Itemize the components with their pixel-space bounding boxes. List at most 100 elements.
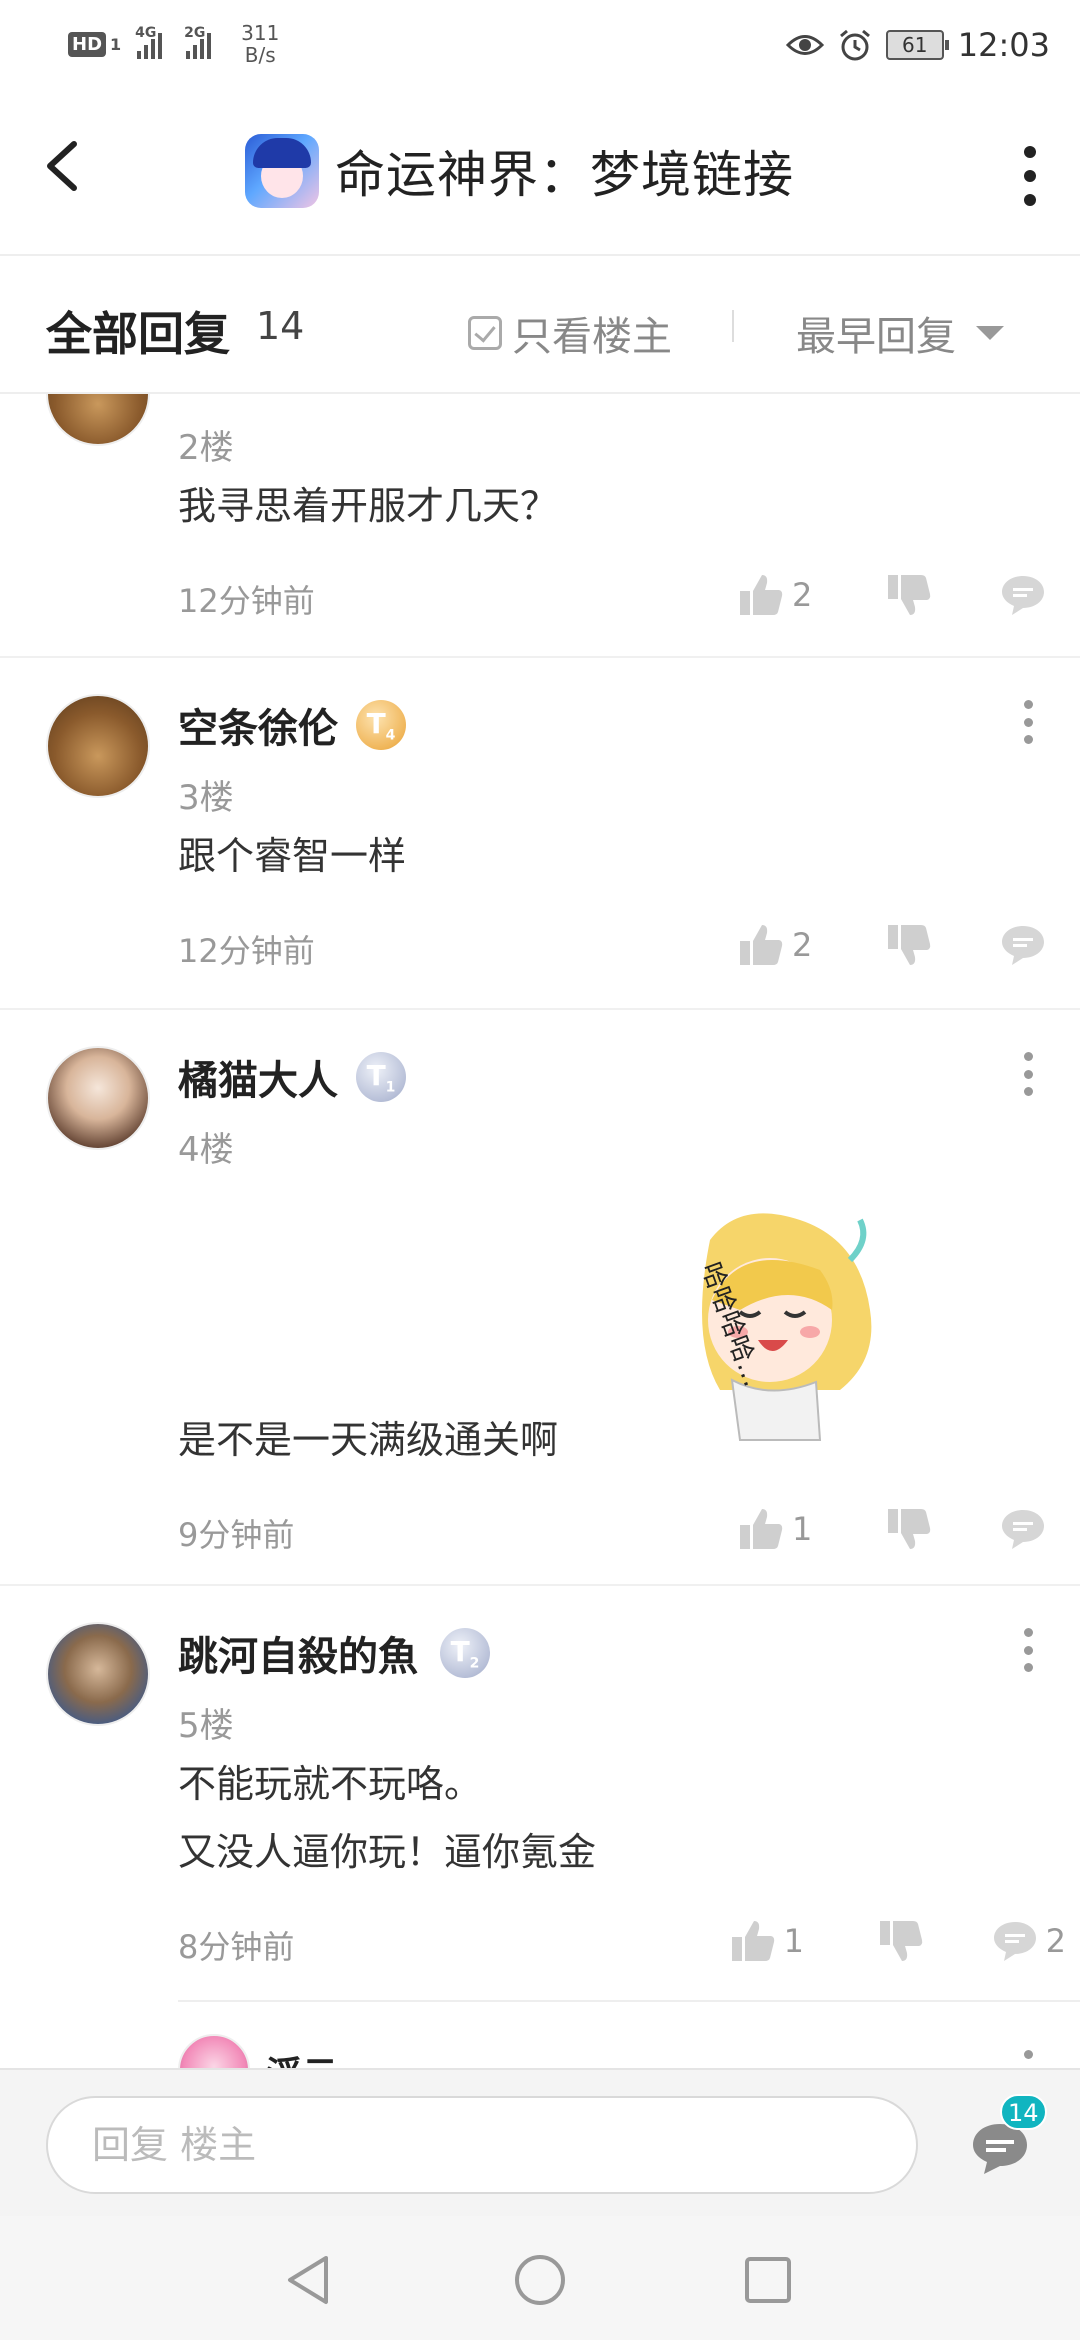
floor-number: 3楼 bbox=[178, 778, 234, 818]
reply-input[interactable]: 回复 楼主 bbox=[46, 2096, 918, 2194]
more-options-icon[interactable] bbox=[1022, 146, 1038, 206]
checkbox-icon[interactable] bbox=[468, 316, 502, 350]
all-replies-label: 全部回复 bbox=[46, 307, 230, 361]
back-arrow-icon[interactable] bbox=[40, 136, 90, 196]
status-bar: HD 1 4G 2G 311 B/s 61 12:03 bbox=[0, 0, 1080, 96]
dislike-button[interactable] bbox=[886, 573, 932, 617]
dislike-button[interactable] bbox=[886, 923, 932, 967]
username[interactable]: 跳河自殺的魚 bbox=[178, 1624, 418, 1682]
top-app-bar: 命运神界：梦境链接 bbox=[0, 96, 1080, 256]
signal-4g-label: 4G bbox=[135, 25, 157, 41]
game-app-icon bbox=[245, 134, 319, 208]
avatar[interactable] bbox=[46, 394, 150, 446]
comment-actions: 2 bbox=[738, 920, 1046, 970]
speed-unit: B/s bbox=[244, 43, 276, 67]
badge-level: 2 bbox=[469, 1655, 480, 1672]
divider bbox=[0, 1584, 1080, 1586]
comment-menu-icon[interactable] bbox=[1022, 700, 1034, 744]
thumbs-up-icon bbox=[731, 1921, 774, 1961]
reply-bubble-icon bbox=[1002, 926, 1044, 965]
reply-count: 2 bbox=[1045, 1922, 1066, 1960]
sub-reply-divider-line bbox=[178, 2000, 1080, 2002]
reply-bubble-icon bbox=[1002, 576, 1044, 615]
sort-dropdown[interactable]: 最早回复 bbox=[796, 304, 1004, 362]
like-button[interactable]: 1 bbox=[738, 1507, 820, 1551]
sub-reply-username[interactable]: 浮云 bbox=[266, 2046, 338, 2068]
hd-icon: HD bbox=[68, 31, 107, 57]
comment-text: 是不是一天满级通关啊 bbox=[178, 1418, 559, 1462]
nav-back-icon[interactable] bbox=[284, 2254, 332, 2306]
comment-actions: 1 bbox=[738, 1504, 1046, 1554]
username[interactable]: 橘猫大人 bbox=[178, 1048, 338, 1106]
comment-time: 8分钟前 bbox=[178, 1928, 295, 1966]
nav-home-icon[interactable] bbox=[514, 2254, 566, 2306]
like-count: 1 bbox=[783, 1922, 804, 1960]
reply-count: 14 bbox=[256, 304, 305, 348]
like-count: 1 bbox=[792, 1510, 813, 1548]
page-title: 命运神界：梦境链接 bbox=[335, 146, 794, 204]
comment-feed[interactable]: 2楼 我寻思着开服才几天？ 12分钟前 2 空条徐伦 T4 3楼 跟个睿智一样 … bbox=[0, 394, 1080, 2068]
dislike-button[interactable] bbox=[878, 1919, 924, 1963]
comment-menu-icon[interactable] bbox=[1022, 1628, 1034, 1672]
divider bbox=[732, 310, 734, 342]
only-op-toggle[interactable]: 只看楼主 bbox=[468, 304, 672, 362]
reply-bubble-icon bbox=[993, 1922, 1036, 1961]
badge-letter: T bbox=[366, 707, 386, 740]
like-count: 2 bbox=[792, 576, 813, 614]
hd-sim-number: 1 bbox=[110, 34, 122, 54]
system-nav-bar bbox=[0, 2216, 1080, 2340]
user-level-badge: T2 bbox=[440, 1628, 490, 1678]
comment-actions: 2 bbox=[738, 570, 1046, 620]
thumbs-down-icon bbox=[879, 1921, 922, 1961]
user-level-badge: T4 bbox=[356, 700, 406, 750]
floor-number: 4楼 bbox=[178, 1130, 234, 1170]
speed-value: 311 bbox=[241, 21, 280, 45]
comment-text: 跟个睿智一样 bbox=[178, 834, 407, 878]
laughing-sticker-image[interactable]: 哈哈哈哈… bbox=[620, 1200, 880, 1450]
like-count: 2 bbox=[792, 926, 813, 964]
badge-level: 4 bbox=[385, 727, 396, 744]
eye-icon bbox=[785, 35, 824, 55]
avatar[interactable] bbox=[46, 694, 150, 798]
comment-time: 9分钟前 bbox=[178, 1516, 295, 1554]
signal-2g-label: 2G bbox=[184, 25, 206, 41]
reply-bubble-icon bbox=[1002, 1510, 1044, 1549]
reply-button[interactable] bbox=[1000, 923, 1046, 967]
comment-menu-icon[interactable] bbox=[1022, 1052, 1034, 1096]
thumbs-up-icon bbox=[740, 575, 783, 615]
reply-button[interactable]: 2 bbox=[992, 1919, 1066, 1963]
comment-text-line-2: 又没人逼你玩！逼你氪金 bbox=[178, 1830, 597, 1874]
sub-reply-avatar[interactable] bbox=[178, 2034, 250, 2068]
comment-time: 12分钟前 bbox=[178, 932, 315, 970]
signal-2g-icon: 2G bbox=[184, 25, 212, 59]
like-button[interactable]: 2 bbox=[738, 573, 820, 617]
battery-icon: 61 bbox=[885, 30, 949, 60]
thumbs-up-icon bbox=[740, 1509, 783, 1549]
status-right: 61 12:03 bbox=[785, 26, 1050, 64]
thumbs-down-icon bbox=[888, 925, 931, 965]
clock: 12:03 bbox=[957, 26, 1050, 64]
badge-level: 1 bbox=[385, 1079, 396, 1096]
divider bbox=[0, 1008, 1080, 1010]
network-speed: 311 B/s bbox=[241, 22, 279, 66]
user-level-badge: T1 bbox=[356, 1052, 406, 1102]
reply-button[interactable] bbox=[1000, 1507, 1046, 1551]
signal-4g-icon: 4G bbox=[135, 25, 163, 59]
nav-recents-icon[interactable] bbox=[744, 2256, 792, 2304]
divider bbox=[0, 656, 1080, 658]
sub-reply-menu-icon[interactable] bbox=[1022, 2050, 1034, 2068]
username[interactable]: 空条徐伦 bbox=[178, 696, 338, 754]
reply-filter-bar: 全部回复 14 只看楼主 最早回复 bbox=[0, 258, 1080, 394]
avatar[interactable] bbox=[46, 1046, 150, 1150]
thumbs-up-icon bbox=[740, 925, 783, 965]
avatar[interactable] bbox=[46, 1622, 150, 1726]
dropdown-triangle-icon bbox=[976, 326, 1004, 340]
badge-letter: T bbox=[366, 1059, 386, 1092]
dislike-button[interactable] bbox=[886, 1507, 932, 1551]
alarm-icon bbox=[839, 29, 870, 61]
reply-button[interactable] bbox=[1000, 573, 1046, 617]
like-button[interactable]: 1 bbox=[730, 1919, 812, 1963]
like-button[interactable]: 2 bbox=[738, 923, 820, 967]
comment-text: 我寻思着开服才几天？ bbox=[178, 484, 559, 528]
thumbs-down-icon bbox=[888, 1509, 931, 1549]
